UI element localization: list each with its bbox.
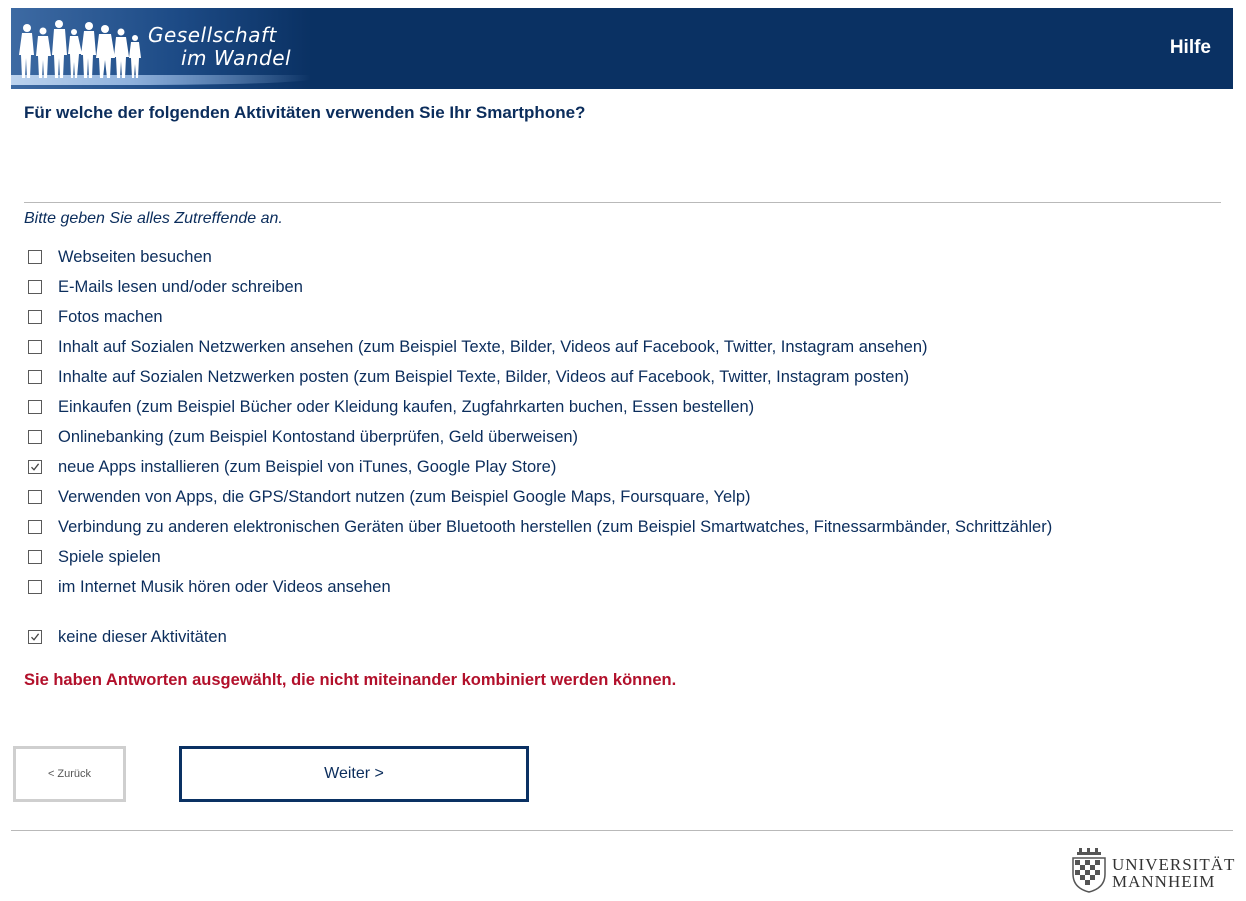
option-checkbox[interactable] xyxy=(28,580,42,594)
option-label: Onlinebanking (zum Beispiel Kontostand ü… xyxy=(58,427,579,446)
option-checkbox[interactable] xyxy=(28,370,42,384)
option-label: E-Mails lesen und/oder schreiben xyxy=(58,277,303,296)
next-button[interactable]: Weiter > xyxy=(179,746,529,802)
university-name-line2: MANNHEIM xyxy=(1112,872,1216,891)
checkmark-icon xyxy=(31,633,40,641)
option-item[interactable]: Verwenden von Apps, die GPS/Standort nut… xyxy=(28,482,1052,512)
question-instruction: Bitte geben Sie alles Zutreffende an. xyxy=(24,210,283,227)
question-title: Für welche der folgenden Aktivitäten ver… xyxy=(24,103,586,122)
option-item[interactable]: Verbindung zu anderen elektronischen Ger… xyxy=(28,512,1052,542)
option-item[interactable]: E-Mails lesen und/oder schreiben xyxy=(28,272,1052,302)
option-item-exclusive[interactable]: keine dieser Aktivitäten xyxy=(28,622,1052,652)
option-checkbox[interactable] xyxy=(28,460,42,474)
option-item[interactable]: Einkaufen (zum Beispiel Bücher oder Klei… xyxy=(28,392,1052,422)
option-label: Inhalte auf Sozialen Netzwerken posten (… xyxy=(58,367,910,386)
option-checkbox[interactable] xyxy=(28,630,42,644)
option-checkbox[interactable] xyxy=(28,310,42,324)
option-checkbox[interactable] xyxy=(28,250,42,264)
option-checkbox[interactable] xyxy=(28,430,42,444)
option-label: neue Apps installieren (zum Beispiel von… xyxy=(58,457,557,476)
option-item[interactable]: Onlinebanking (zum Beispiel Kontostand ü… xyxy=(28,422,1052,452)
option-label: Inhalt auf Sozialen Netzwerken ansehen (… xyxy=(58,337,928,356)
option-item[interactable]: Inhalte auf Sozialen Netzwerken posten (… xyxy=(28,362,1052,392)
people-silhouettes-icon xyxy=(19,20,141,78)
help-link[interactable]: Hilfe xyxy=(1170,37,1211,59)
option-checkbox[interactable] xyxy=(28,280,42,294)
option-checkbox[interactable] xyxy=(28,520,42,534)
option-label: keine dieser Aktivitäten xyxy=(58,627,227,646)
option-label: Spiele spielen xyxy=(58,547,161,566)
option-label: Einkaufen (zum Beispiel Bücher oder Klei… xyxy=(58,397,755,416)
option-item[interactable]: Webseiten besuchen xyxy=(28,242,1052,272)
option-label: Webseiten besuchen xyxy=(58,247,212,266)
site-header: Gesellschaft im Wandel Hilfe xyxy=(11,8,1233,89)
university-crest-icon xyxy=(1072,848,1106,893)
option-checkbox[interactable] xyxy=(28,490,42,504)
option-checkbox[interactable] xyxy=(28,550,42,564)
validation-error-message: Sie haben Antworten ausgewählt, die nich… xyxy=(24,671,677,689)
option-item[interactable]: Spiele spielen xyxy=(28,542,1052,572)
option-label: Verwenden von Apps, die GPS/Standort nut… xyxy=(58,487,751,506)
logo-title-line1: Gesellschaft xyxy=(148,23,277,47)
option-item[interactable]: Inhalt auf Sozialen Netzwerken ansehen (… xyxy=(28,332,1052,362)
option-item[interactable]: Fotos machen xyxy=(28,302,1052,332)
logo-title-line2: im Wandel xyxy=(181,46,292,70)
answer-options-list: Webseiten besuchen E-Mails lesen und/ode… xyxy=(28,242,1052,652)
footer-divider xyxy=(11,830,1233,831)
checkmark-icon xyxy=(31,463,40,471)
option-label: im Internet Musik hören oder Videos anse… xyxy=(58,577,391,596)
option-label: Verbindung zu anderen elektronischen Ger… xyxy=(58,517,1053,536)
option-item[interactable]: im Internet Musik hören oder Videos anse… xyxy=(28,572,1052,602)
option-checkbox[interactable] xyxy=(28,400,42,414)
back-button[interactable]: < Zurück xyxy=(13,746,126,802)
option-checkbox[interactable] xyxy=(28,340,42,354)
option-item[interactable]: neue Apps installieren (zum Beispiel von… xyxy=(28,452,1052,482)
question-divider xyxy=(24,202,1221,203)
option-label: Fotos machen xyxy=(58,307,163,326)
